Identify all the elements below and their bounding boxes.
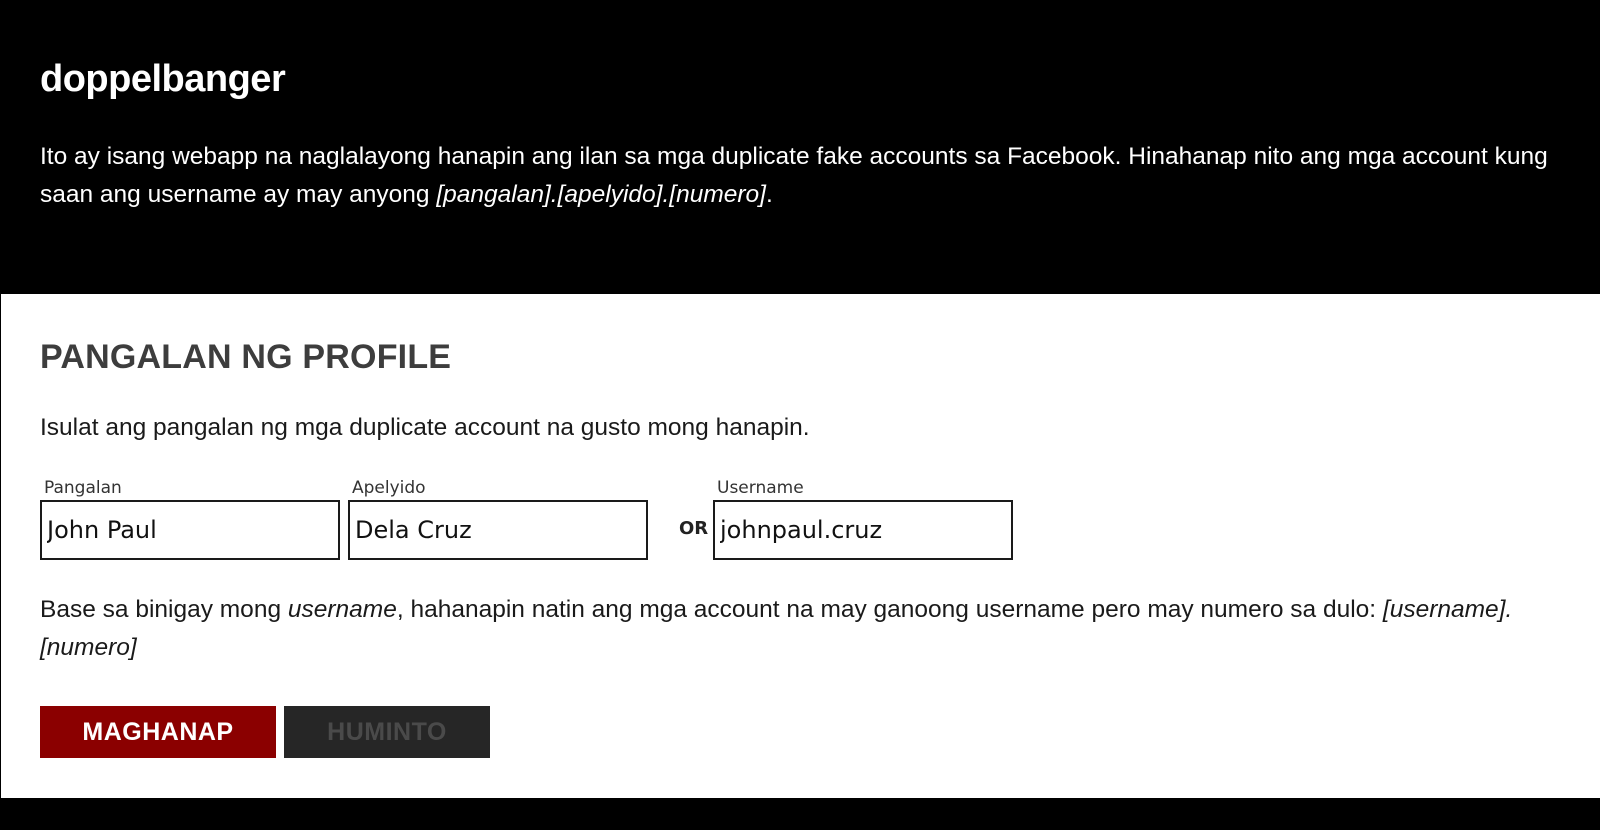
desc-text-main: , hahanapin natin ang mga account na may…	[396, 596, 1383, 623]
first-name-field-group: Pangalan	[40, 478, 340, 560]
app-title: doppelbanger	[40, 58, 286, 100]
intro-text-main: Ito ay isang webapp na naglalayong hanap…	[40, 143, 1548, 208]
or-separator: OR	[679, 518, 709, 539]
last-name-label: Apelyido	[352, 478, 426, 498]
last-name-input[interactable]	[348, 500, 648, 560]
intro-pattern: [pangalan].[apelyido].[numero]	[436, 181, 766, 208]
profile-name-panel: PANGALAN NG PROFILE Isulat ang pangalan …	[1, 294, 1600, 798]
desc-username-em: username	[287, 596, 397, 623]
desc-text-start: Base sa binigay mong	[40, 596, 288, 623]
instructions-text: Isulat ang pangalan ng mga duplicate acc…	[40, 414, 810, 441]
username-label: Username	[717, 478, 804, 498]
username-description: Base sa binigay mong username, hahanapin…	[40, 591, 1570, 667]
intro-text-end: .	[765, 181, 773, 208]
search-button[interactable]: MAGHANAP	[40, 706, 276, 758]
section-title: PANGALAN NG PROFILE	[40, 338, 452, 376]
first-name-label: Pangalan	[44, 478, 122, 498]
username-input[interactable]	[713, 500, 1013, 560]
last-name-field-group: Apelyido	[348, 478, 648, 560]
username-field-group: Username	[713, 478, 1013, 560]
intro-text: Ito ay isang webapp na naglalayong hanap…	[40, 138, 1570, 214]
page-header: doppelbanger Ito ay isang webapp na nagl…	[0, 0, 1600, 294]
stop-button[interactable]: HUMINTO	[284, 706, 490, 758]
first-name-input[interactable]	[40, 500, 340, 560]
